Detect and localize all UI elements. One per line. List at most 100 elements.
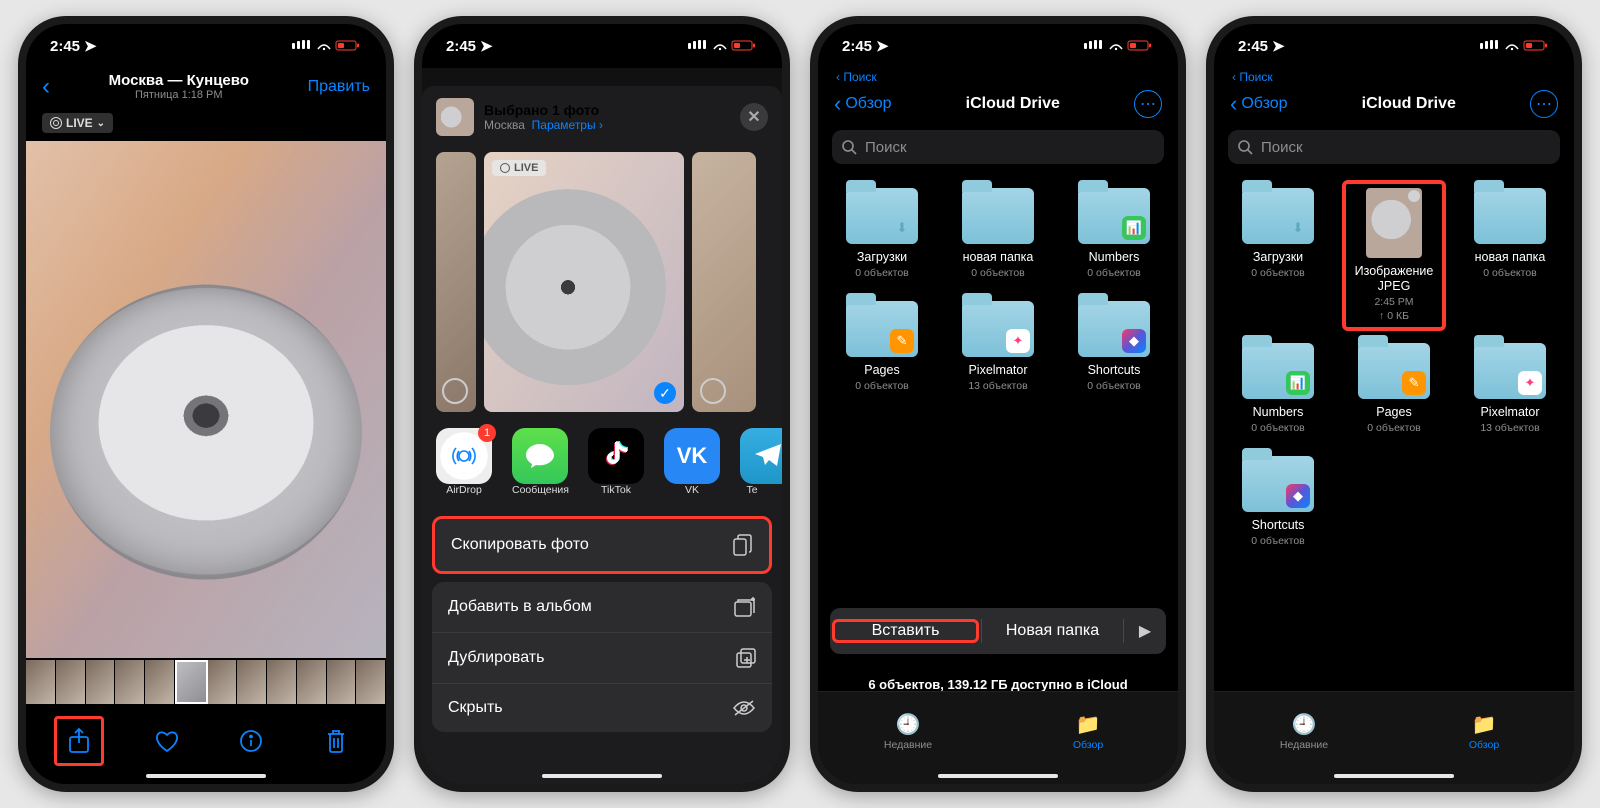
folder-new[interactable]: новая папка 0 объектов xyxy=(944,188,1052,281)
folder-pixelmator[interactable]: ✦ Pixelmator 13 объектов xyxy=(1456,343,1564,436)
unchecked-icon[interactable] xyxy=(700,378,726,404)
status-time: 2:45 xyxy=(1238,38,1268,55)
status-indicators xyxy=(292,40,362,52)
action-hide[interactable]: Скрыть xyxy=(432,684,772,732)
app-airdrop[interactable]: AirDrop xyxy=(436,428,492,496)
action-label: Скрыть xyxy=(448,699,503,717)
file-image-jpeg[interactable]: Изображение JPEG 2:45 PM↑ 0 КБ xyxy=(1342,180,1446,331)
app-label: Te xyxy=(740,484,764,496)
nav-bar: ‹Обзор iCloud Drive ⋯ xyxy=(1214,84,1574,124)
favorite-button[interactable] xyxy=(145,719,189,763)
folder-shortcuts[interactable]: ◆ Shortcuts 0 объектов xyxy=(1224,456,1332,549)
context-paste[interactable]: Вставить xyxy=(832,619,979,643)
folder-pixelmator[interactable]: ✦ Pixelmator 13 объектов xyxy=(944,301,1052,394)
share-sheet: Выбрано 1 фото Москва Параметры › ✕ LIVE xyxy=(422,86,782,784)
context-more-arrow[interactable]: ▶ xyxy=(1124,621,1166,641)
messages-icon xyxy=(512,428,568,484)
action-add-to-album[interactable]: Добавить в альбом xyxy=(432,582,772,633)
item-name: новая папка xyxy=(1456,250,1564,265)
app-tiktok[interactable]: TikTok xyxy=(588,428,644,496)
search-field[interactable]: Поиск xyxy=(832,130,1164,164)
live-badge: LIVE xyxy=(492,160,546,176)
live-icon xyxy=(50,117,62,129)
folder-pages[interactable]: ✎ Pages 0 объектов xyxy=(828,301,936,394)
download-icon: ⬇︎ xyxy=(1286,216,1310,240)
pages-icon: ✎ xyxy=(890,329,914,353)
folder-downloads[interactable]: ⬇︎ Загрузки 0 объектов xyxy=(1224,188,1332,323)
folder-numbers[interactable]: 📊 Numbers 0 объектов xyxy=(1060,188,1168,281)
action-duplicate[interactable]: Дублировать xyxy=(432,633,772,684)
folder-icon: 📁 xyxy=(1076,712,1101,737)
shortcuts-icon: ◆ xyxy=(1286,484,1310,508)
context-new-folder[interactable]: Новая папка xyxy=(982,622,1123,640)
clock-icon: 🕘 xyxy=(896,712,921,737)
context-menu: Вставить Новая папка ▶ xyxy=(830,608,1166,654)
location-title: iCloud Drive xyxy=(1362,95,1456,113)
folder-numbers[interactable]: 📊 Numbers 0 объектов xyxy=(1224,343,1332,436)
edit-button[interactable]: Править xyxy=(308,78,370,96)
app-label: Сообщения xyxy=(512,484,568,496)
search-back-link[interactable]: ‹ Поиск xyxy=(818,68,1178,84)
selection-prev[interactable] xyxy=(436,152,476,412)
more-button[interactable]: ⋯ xyxy=(1530,90,1558,118)
item-name: Pixelmator xyxy=(1456,405,1564,420)
item-meta: 0 объектов xyxy=(1340,422,1448,436)
thumbnail-filmstrip[interactable] xyxy=(26,658,386,706)
vk-icon: VK xyxy=(664,428,720,484)
share-sheet-header: Выбрано 1 фото Москва Параметры › ✕ xyxy=(422,86,782,148)
app-messages[interactable]: Сообщения xyxy=(512,428,568,496)
tab-bar: 🕘 Недавние 📁 Обзор xyxy=(1214,691,1574,784)
album-add-icon xyxy=(734,597,756,617)
app-vk[interactable]: VK VK xyxy=(664,428,720,496)
nav-bar: ‹ Москва — Кунцево Пятница 1:18 PM Прави… xyxy=(26,68,386,107)
share-apps-row[interactable]: AirDrop Сообщения TikTok VK VK xyxy=(422,424,782,504)
selection-next[interactable] xyxy=(692,152,756,412)
tab-browse[interactable]: 📁 Обзор xyxy=(998,692,1178,770)
share-options-link[interactable]: Параметры › xyxy=(532,118,603,132)
back-browse-button[interactable]: ‹Обзор xyxy=(834,91,892,117)
share-button[interactable] xyxy=(54,716,104,766)
action-list: Добавить в альбом Дублировать Скрыть xyxy=(432,582,772,732)
telegram-icon xyxy=(740,428,782,484)
tab-recent[interactable]: 🕘 Недавние xyxy=(1214,692,1394,770)
item-name: Shortcuts xyxy=(1224,518,1332,533)
photo-viewer[interactable] xyxy=(26,141,386,658)
folder-shortcuts[interactable]: ◆ Shortcuts 0 объектов xyxy=(1060,301,1168,394)
unchecked-icon[interactable] xyxy=(442,378,468,404)
app-label: TikTok xyxy=(588,484,644,496)
tab-browse[interactable]: 📁 Обзор xyxy=(1394,692,1574,770)
folder-pages[interactable]: ✎ Pages 0 объектов xyxy=(1340,343,1448,436)
nav-bar: ‹Обзор iCloud Drive ⋯ xyxy=(818,84,1178,124)
folder-new[interactable]: новая папка 0 объектов xyxy=(1456,188,1564,323)
search-back-link[interactable]: ‹ Поиск xyxy=(1214,68,1574,84)
item-meta: 0 объектов xyxy=(1456,267,1564,281)
delete-button[interactable] xyxy=(314,719,358,763)
back-button[interactable]: ‹ xyxy=(42,73,50,101)
item-meta: 13 объектов xyxy=(944,380,1052,394)
selection-current[interactable]: LIVE ✓ xyxy=(484,152,684,412)
live-badge[interactable]: LIVE ⌄ xyxy=(42,113,113,133)
numbers-icon: 📊 xyxy=(1286,371,1310,395)
status-time: 2:45 xyxy=(446,38,476,55)
location-arrow-icon: ➤ xyxy=(480,37,493,55)
location-title: iCloud Drive xyxy=(966,95,1060,113)
search-field[interactable]: Поиск xyxy=(1228,130,1560,164)
search-icon xyxy=(1238,140,1253,155)
info-button[interactable] xyxy=(229,719,273,763)
app-label: AirDrop xyxy=(436,484,492,496)
folder-downloads[interactable]: ⬇︎ Загрузки 0 объектов xyxy=(828,188,936,281)
tab-recent[interactable]: 🕘 Недавние xyxy=(818,692,998,770)
more-button[interactable]: ⋯ xyxy=(1134,90,1162,118)
back-browse-button[interactable]: ‹Обзор xyxy=(1230,91,1288,117)
item-name: Numbers xyxy=(1060,250,1168,265)
action-copy-photo[interactable]: Скопировать фото xyxy=(435,519,769,571)
checked-icon[interactable]: ✓ xyxy=(654,382,676,404)
close-button[interactable]: ✕ xyxy=(740,103,768,131)
item-name: Numbers xyxy=(1224,405,1332,420)
pages-icon: ✎ xyxy=(1402,371,1426,395)
app-label: VK xyxy=(664,484,720,496)
photo-location-title: Москва — Кунцево xyxy=(109,72,249,89)
item-meta: 0 объектов xyxy=(1060,380,1168,394)
app-telegram[interactable]: Te xyxy=(740,428,764,496)
selection-strip[interactable]: LIVE ✓ xyxy=(422,148,782,424)
